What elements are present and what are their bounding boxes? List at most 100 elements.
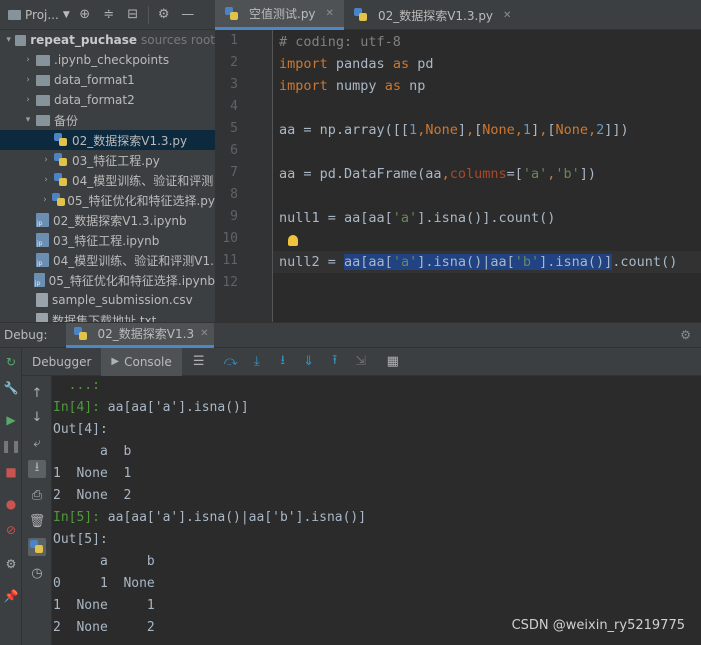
hide-icon[interactable]: —: [179, 6, 197, 24]
console-side-toolbar: ↑ ↓ ⤶ ⭳ ⎙ 🗑 ◷: [22, 376, 52, 645]
tree-item[interactable]: › 05_特征优化和特征选择.py: [0, 190, 215, 210]
project-toolbar: Proj... ▼ ⊕ ≑ ⊟ ⚙ —: [0, 0, 215, 30]
tree-item[interactable]: › 03_特征工程.py: [0, 150, 215, 170]
project-dropdown[interactable]: Proj... ▼: [8, 8, 70, 22]
tree-item-label: 备份: [54, 113, 79, 128]
notebook-file-icon: [36, 253, 49, 267]
console-line: ...:: [53, 376, 100, 397]
console-text: 2 None 2: [53, 620, 155, 635]
close-icon[interactable]: ✕: [326, 8, 334, 19]
chevron-down-icon[interactable]: ▾: [4, 35, 13, 45]
up-arrow-icon[interactable]: ↑: [28, 384, 46, 402]
python-file-icon: [54, 133, 68, 147]
clock-icon[interactable]: ◷: [28, 564, 46, 582]
wrench-icon[interactable]: 🔧: [3, 380, 19, 396]
pause-icon[interactable]: ❚❚: [1, 438, 21, 454]
close-icon[interactable]: ✕: [503, 10, 511, 21]
notebook-file-icon: [36, 213, 49, 227]
soft-wrap-icon[interactable]: ⤶: [28, 434, 46, 452]
step-over-icon[interactable]: ⤓: [248, 353, 266, 371]
tab-debugger[interactable]: Debugger: [22, 348, 101, 376]
console-icon: ▶: [111, 356, 120, 367]
mute-breakpoints-icon[interactable]: ⊘: [3, 522, 19, 538]
line-number: 5: [230, 121, 238, 136]
notebook-file-icon: [33, 273, 45, 287]
tree-item-label: 数据集下载地址.txt: [52, 313, 157, 323]
tree-item[interactable]: › .ipynb_checkpoints: [0, 50, 215, 70]
tree-item[interactable]: 02_数据探索V1.3.ipynb: [0, 210, 215, 230]
rerun-icon[interactable]: ↻: [3, 354, 19, 370]
code-editor[interactable]: # coding: utf-8 import pandas as pd impo…: [273, 30, 701, 322]
tab-console[interactable]: ▶ Console: [101, 347, 182, 376]
tree-item[interactable]: 05_特征优化和特征选择.ipynb: [0, 270, 215, 290]
chevron-down-icon: ▼: [62, 9, 70, 20]
down-arrow-icon[interactable]: ↓: [28, 408, 46, 426]
toolbar-divider: [147, 5, 149, 24]
chevron-right-icon[interactable]: ›: [40, 155, 52, 165]
gear-icon[interactable]: ⚙: [155, 6, 173, 24]
step-out-icon[interactable]: ⭱: [326, 353, 344, 371]
chevron-down-icon[interactable]: ▾: [22, 115, 34, 125]
console-text: 2 None 2: [53, 488, 132, 503]
debug-left-toolbar: ↻ 🔧 ▶ ❚❚ ■ ● ⊘ ⚙ 📌: [0, 348, 22, 645]
tree-item-label: 02_数据探索V1.3.py: [72, 133, 188, 148]
chevron-right-icon[interactable]: ›: [22, 95, 34, 105]
chevron-right-icon[interactable]: ›: [22, 55, 34, 65]
settings-icon[interactable]: ⚙: [3, 556, 19, 572]
trash-icon[interactable]: 🗑: [28, 512, 46, 530]
console-line: 0 1 None: [53, 573, 155, 595]
tab-label: 空值测试.py: [249, 7, 316, 21]
text-file-icon: [36, 313, 48, 322]
scroll-to-end-icon[interactable]: ⭳: [28, 460, 46, 478]
tree-item[interactable]: 数据集下载地址.txt: [0, 310, 215, 322]
gear-icon[interactable]: ⚙: [680, 328, 691, 342]
tree-item[interactable]: › data_format1: [0, 70, 215, 90]
pin-icon[interactable]: 📌: [3, 588, 19, 604]
console-text: Out[4]:: [53, 422, 108, 437]
tree-item-label: 02_数据探索V1.3.ipynb: [53, 213, 187, 228]
expand-all-icon[interactable]: ⊟: [124, 6, 142, 24]
tab-kongzhi-test[interactable]: 空值测试.py ✕: [215, 0, 344, 30]
line-number: 12: [222, 275, 238, 290]
tree-item[interactable]: 02_数据探索V1.3.py: [0, 130, 215, 150]
folder-icon: [15, 34, 27, 46]
print-icon[interactable]: ⎙: [28, 486, 46, 504]
console-text: a b: [53, 444, 132, 459]
resume-icon[interactable]: ▶: [3, 412, 19, 428]
chevron-right-icon[interactable]: ›: [22, 75, 34, 85]
run-to-cursor-icon[interactable]: ⇲: [352, 353, 370, 371]
tree-item[interactable]: 04_模型训练、验证和评测V1.: [0, 250, 215, 270]
debug-session-label: 02_数据探索V1.3: [97, 327, 195, 341]
debug-panel-header: Debug: 02_数据探索V1.3 ✕ ⚙: [0, 322, 701, 348]
code-line-9: null1 = aa[aa['a'].isna()].count(): [279, 210, 556, 226]
collapse-all-icon[interactable]: ≑: [100, 6, 118, 24]
close-icon[interactable]: ✕: [200, 328, 208, 339]
menu-icon[interactable]: ☰: [190, 353, 208, 371]
tree-item[interactable]: sample_submission.csv: [0, 290, 215, 310]
chevron-right-icon[interactable]: ›: [40, 195, 50, 205]
console-line: a b: [53, 551, 155, 573]
tab-label: 02_数据探索V1.3.py: [377, 8, 494, 23]
tree-item[interactable]: › data_format2: [0, 90, 215, 110]
view-breakpoints-icon[interactable]: ●: [3, 496, 19, 512]
debug-session-tab[interactable]: 02_数据探索V1.3 ✕: [65, 322, 215, 348]
tree-item-label: sample_submission.csv: [52, 293, 193, 307]
tree-item[interactable]: 03_特征工程.ipynb: [0, 230, 215, 250]
tab-data-explore[interactable]: 02_数据探索V1.3.py ✕: [344, 0, 522, 30]
step-into-my-code-icon[interactable]: ⇓: [300, 353, 318, 371]
tree-item[interactable]: ▾ repeat_puchase sources root: [0, 30, 215, 50]
tree-item[interactable]: ▾ 备份: [0, 110, 215, 130]
stop-icon[interactable]: ■: [3, 464, 19, 480]
chevron-right-icon[interactable]: ›: [40, 175, 52, 185]
evaluate-expression-icon[interactable]: ▦: [384, 353, 402, 371]
console-output[interactable]: ...: In[4]: aa[aa['a'].isna()] Out[4]: a b…: [52, 376, 701, 645]
tree-item[interactable]: › 04_模型训练、验证和评测: [0, 170, 215, 190]
show-execution-point-icon[interactable]: ⤼: [222, 353, 240, 371]
lightbulb-icon[interactable]: [288, 235, 298, 246]
locate-icon[interactable]: ⊕: [76, 6, 94, 24]
step-into-icon[interactable]: ⭳: [274, 353, 292, 371]
project-title: Proj...: [25, 7, 59, 22]
line-number: 10: [222, 231, 238, 246]
tree-item-label: 03_特征工程.ipynb: [53, 233, 160, 248]
python-console-icon[interactable]: [28, 538, 46, 556]
